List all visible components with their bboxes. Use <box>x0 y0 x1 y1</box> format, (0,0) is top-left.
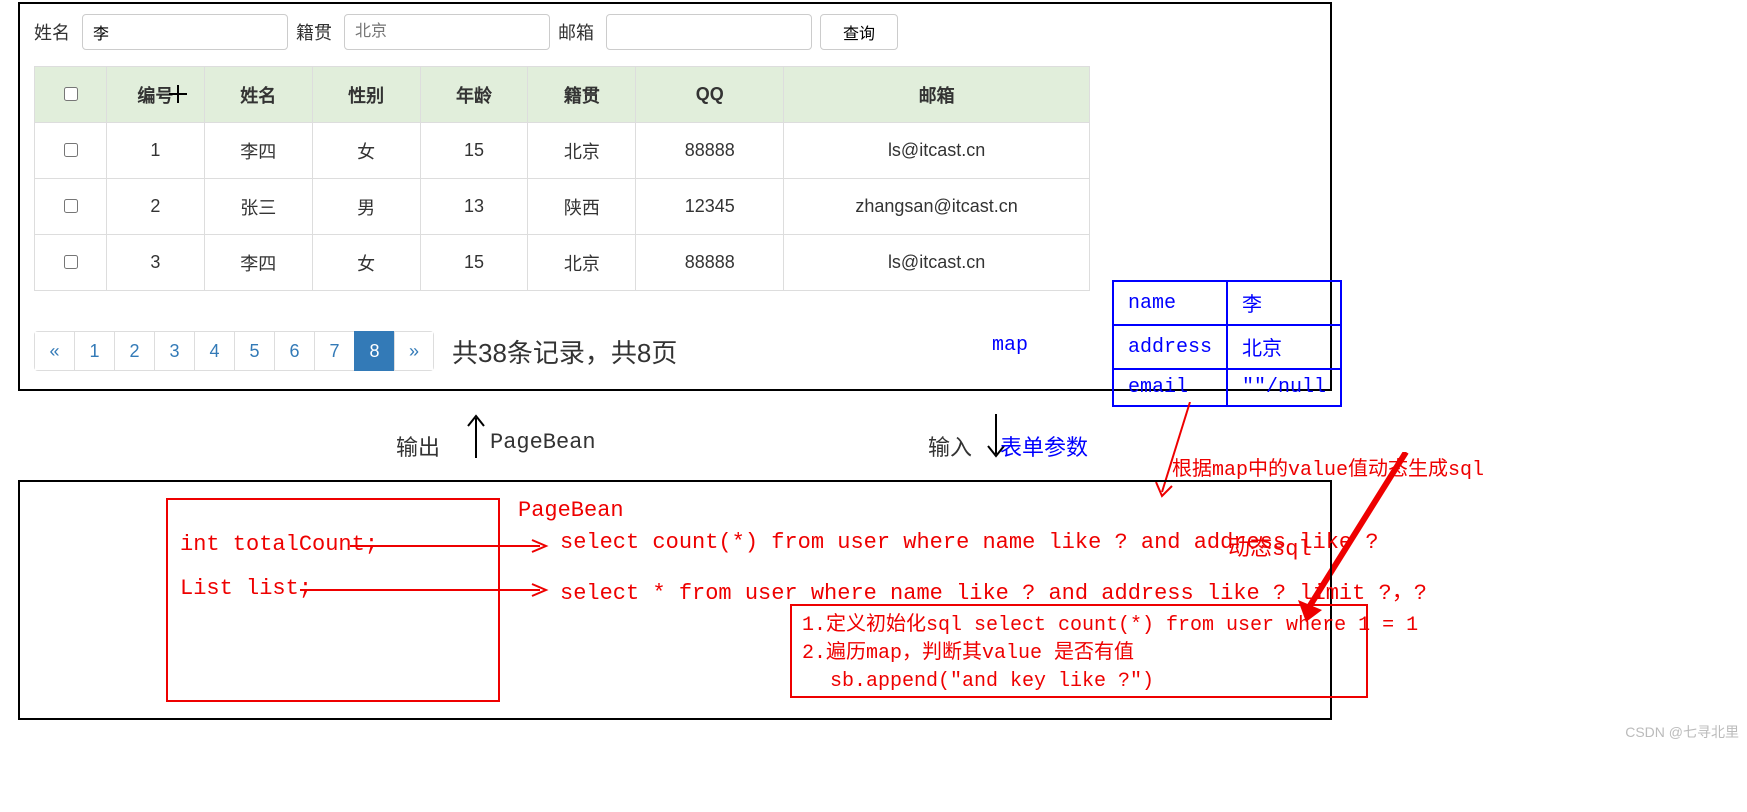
map-row: name李 <box>1113 281 1341 325</box>
step-2b: sb.append("and key like ?") <box>802 668 1356 696</box>
cell-id: 3 <box>106 235 204 291</box>
cell-age: 15 <box>420 235 528 291</box>
row-checkbox[interactable] <box>64 143 78 157</box>
map-key: address <box>1113 325 1227 369</box>
query-button[interactable]: 查询 <box>820 14 898 50</box>
cell-age: 15 <box>420 123 528 179</box>
name-input[interactable] <box>82 14 288 50</box>
map-value: 李 <box>1227 281 1341 325</box>
pager-link[interactable]: 3 <box>154 331 194 371</box>
pager-link[interactable]: 8 <box>354 331 394 371</box>
row-checkbox[interactable] <box>64 255 78 269</box>
cell-sex: 女 <box>312 123 420 179</box>
table-row: 2张三男13陕西12345zhangsan@itcast.cn <box>35 179 1090 235</box>
map-row: email""/null <box>1113 369 1341 406</box>
dynamic-sql-label: 动态sql <box>1228 530 1312 562</box>
pager-info: 共38条记录，共8页 <box>452 333 677 370</box>
map-key: email <box>1113 369 1227 406</box>
cell-sex: 男 <box>312 179 420 235</box>
form-param-label: 表单参数 <box>1000 430 1088 462</box>
output-label: 输出 <box>396 430 440 462</box>
header-native: 籍贯 <box>528 67 636 123</box>
search-form: 姓名 籍贯 邮箱 查询 <box>34 14 1316 50</box>
name-label: 姓名 <box>34 19 70 45</box>
cell-native: 陕西 <box>528 179 636 235</box>
step-1: 1.定义初始化sql select count(*) from user whe… <box>802 612 1356 640</box>
pager: «12345678» <box>34 331 434 371</box>
cell-qq: 88888 <box>636 235 784 291</box>
pager-link[interactable]: « <box>34 331 74 371</box>
map-value: 北京 <box>1227 325 1341 369</box>
cell-id: 2 <box>106 179 204 235</box>
step-2: 2.遍历map，判断其value 是否有值 <box>802 640 1356 668</box>
table-row: 3李四女15北京88888ls@itcast.cn <box>35 235 1090 291</box>
ui-panel: 姓名 籍贯 邮箱 查询 编号 姓名 性别 年龄 籍贯 QQ 邮箱 <box>18 2 1332 391</box>
cell-id: 1 <box>106 123 204 179</box>
header-age: 年龄 <box>420 67 528 123</box>
map-value: ""/null <box>1227 369 1341 406</box>
cell-qq: 88888 <box>636 123 784 179</box>
header-sex: 性别 <box>312 67 420 123</box>
diagram-stage: 姓名 籍贯 邮箱 查询 编号 姓名 性别 年龄 籍贯 QQ 邮箱 <box>0 2 1747 812</box>
map-label: map <box>992 334 1028 357</box>
input-label: 输入 <box>928 430 972 462</box>
table-header-row: 编号 姓名 性别 年龄 籍贯 QQ 邮箱 <box>35 67 1090 123</box>
header-name: 姓名 <box>204 67 312 123</box>
pager-link[interactable]: » <box>394 331 434 371</box>
cell-email: ls@itcast.cn <box>784 123 1090 179</box>
user-table: 编号 姓名 性别 年龄 籍贯 QQ 邮箱 1李四女15北京88888ls@itc… <box>34 66 1090 291</box>
cell-qq: 12345 <box>636 179 784 235</box>
logic-panel: PageBean int totalCount; List list; sele… <box>18 480 1332 720</box>
native-input[interactable] <box>344 14 550 50</box>
table-row: 1李四女15北京88888ls@itcast.cn <box>35 123 1090 179</box>
steps-box: 1.定义初始化sql select count(*) from user whe… <box>790 604 1368 698</box>
map-key: name <box>1113 281 1227 325</box>
pagebean-title: PageBean <box>518 498 624 523</box>
cell-native: 北京 <box>528 123 636 179</box>
header-id: 编号 <box>106 67 204 123</box>
pager-link[interactable]: 7 <box>314 331 354 371</box>
cell-name: 李四 <box>204 235 312 291</box>
sql-select: select * from user where name like ? and… <box>560 574 1427 606</box>
pager-link[interactable]: 2 <box>114 331 154 371</box>
header-checkbox-cell <box>35 67 107 123</box>
cell-age: 13 <box>420 179 528 235</box>
row-checkbox[interactable] <box>64 199 78 213</box>
header-qq: QQ <box>636 67 784 123</box>
pager-link[interactable]: 5 <box>234 331 274 371</box>
pagebean-io-label: PageBean <box>490 430 596 455</box>
email-input[interactable] <box>606 14 812 50</box>
pagebean-field-totalcount: int totalCount; <box>180 532 378 557</box>
cell-name: 张三 <box>204 179 312 235</box>
pager-link[interactable]: 6 <box>274 331 314 371</box>
map-row: address北京 <box>1113 325 1341 369</box>
pager-link[interactable]: 4 <box>194 331 234 371</box>
map-table: name李 address北京 email""/null <box>1112 280 1342 407</box>
cell-email: ls@itcast.cn <box>784 235 1090 291</box>
header-email: 邮箱 <box>784 67 1090 123</box>
select-all-checkbox[interactable] <box>64 87 78 101</box>
cell-email: zhangsan@itcast.cn <box>784 179 1090 235</box>
pager-link[interactable]: 1 <box>74 331 114 371</box>
cell-sex: 女 <box>312 235 420 291</box>
cell-native: 北京 <box>528 235 636 291</box>
gen-sql-label: 根据map中的value值动态生成sql <box>1172 452 1484 482</box>
email-label: 邮箱 <box>558 19 594 45</box>
cell-name: 李四 <box>204 123 312 179</box>
watermark: CSDN @七寻北里 <box>1625 722 1739 742</box>
pagebean-field-list: List list; <box>180 576 312 601</box>
native-label: 籍贯 <box>296 19 332 45</box>
